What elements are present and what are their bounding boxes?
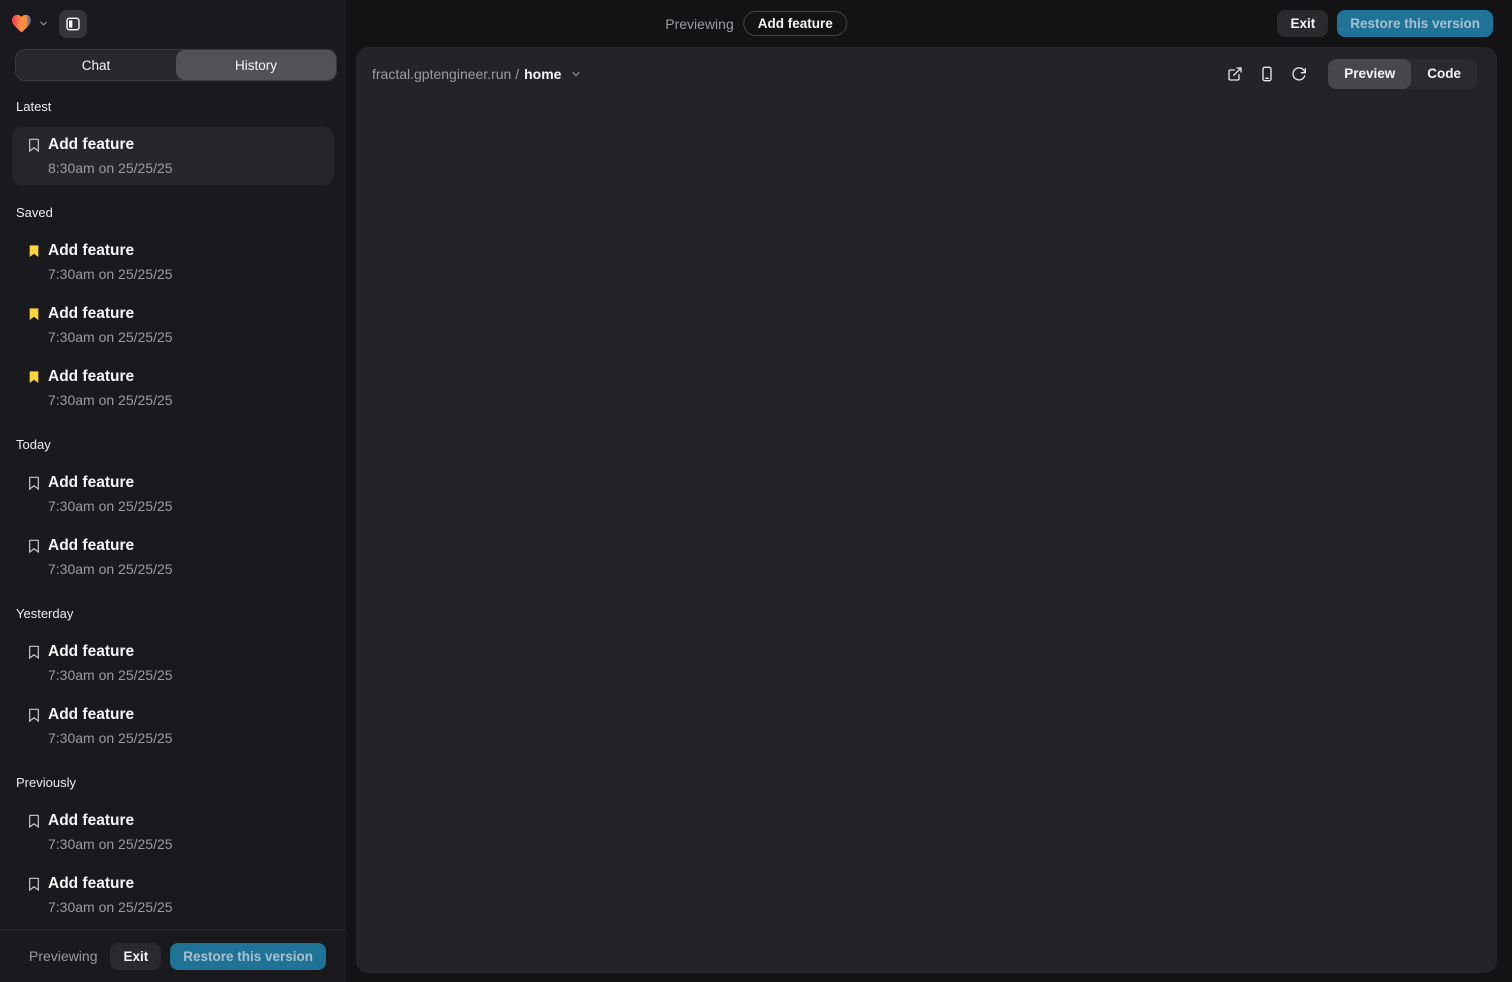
history-item[interactable]: Add feature 7:30am on 25/25/25 bbox=[12, 866, 334, 924]
history-item-time: 7:30am on 25/25/25 bbox=[48, 729, 320, 748]
topbar-center: Previewing Add feature bbox=[665, 0, 847, 47]
history-item[interactable]: Add feature 8:30am on 25/25/25 bbox=[12, 127, 334, 185]
sidebar: Chat History Latest Add feature 8:30am o… bbox=[0, 0, 346, 982]
history-item-time: 7:30am on 25/25/25 bbox=[48, 560, 320, 579]
device-preview-button[interactable] bbox=[1254, 61, 1280, 87]
history-item-title: Add feature bbox=[48, 472, 320, 494]
history-item-title: Add feature bbox=[48, 641, 320, 663]
chevron-down-icon bbox=[38, 18, 49, 29]
sidebar-toggle-button[interactable] bbox=[59, 10, 87, 38]
bookmark-filled-icon bbox=[26, 243, 42, 259]
tab-chat[interactable]: Chat bbox=[16, 50, 176, 80]
chevron-down-icon bbox=[570, 68, 582, 80]
history-item[interactable]: Add feature 7:30am on 25/25/25 bbox=[12, 296, 334, 354]
external-link-icon bbox=[1227, 66, 1243, 82]
section-title: Previously bbox=[16, 775, 330, 790]
chat-history-tabs: Chat History bbox=[15, 49, 337, 81]
history-item[interactable]: Add feature 7:30am on 25/25/25 bbox=[12, 528, 334, 586]
previewing-label: Previewing bbox=[29, 948, 97, 964]
bookmark-icon bbox=[26, 137, 42, 153]
restore-version-button[interactable]: Restore this version bbox=[1337, 10, 1493, 37]
bookmark-icon bbox=[26, 876, 42, 892]
history-item[interactable]: Add feature 7:30am on 25/25/25 bbox=[12, 634, 334, 692]
bookmark-icon bbox=[26, 813, 42, 829]
history-item-time: 7:30am on 25/25/25 bbox=[48, 835, 320, 854]
panel-left-icon bbox=[65, 16, 81, 32]
history-item-title: Add feature bbox=[48, 134, 320, 156]
history-item[interactable]: Add feature 7:30am on 25/25/25 bbox=[12, 359, 334, 417]
preview-panel: fractal.gptengineer.run / home bbox=[356, 47, 1497, 973]
history-section-previously: Previously Add feature 7:30am on 25/25/2… bbox=[0, 775, 346, 924]
history-item[interactable]: Add feature 7:30am on 25/25/25 bbox=[12, 803, 334, 861]
history-item-time: 7:30am on 25/25/25 bbox=[48, 328, 320, 347]
history-item-time: 7:30am on 25/25/25 bbox=[48, 497, 320, 516]
refresh-icon bbox=[1291, 66, 1307, 82]
section-title: Today bbox=[16, 437, 330, 452]
history-item-title: Add feature bbox=[48, 366, 320, 388]
app-logo-menu[interactable] bbox=[10, 12, 49, 35]
section-title: Saved bbox=[16, 205, 330, 220]
heart-logo-icon bbox=[10, 12, 33, 35]
history-item-time: 7:30am on 25/25/25 bbox=[48, 265, 320, 284]
exit-button[interactable]: Exit bbox=[1277, 10, 1328, 37]
topbar-left bbox=[10, 0, 87, 47]
url-page: home bbox=[524, 66, 561, 82]
refresh-button[interactable] bbox=[1286, 61, 1312, 87]
bookmark-icon bbox=[26, 475, 42, 491]
open-in-new-tab-button[interactable] bbox=[1222, 61, 1248, 87]
history-section-saved: Saved Add feature 7:30am on 25/25/25 Add… bbox=[0, 205, 346, 417]
history-item-title: Add feature bbox=[48, 810, 320, 832]
history-item-title: Add feature bbox=[48, 240, 320, 262]
history-item-time: 7:30am on 25/25/25 bbox=[48, 898, 320, 917]
history-item-title: Add feature bbox=[48, 873, 320, 895]
bookmark-filled-icon bbox=[26, 306, 42, 322]
history-item[interactable]: Add feature 7:30am on 25/25/25 bbox=[12, 697, 334, 755]
smartphone-icon bbox=[1259, 66, 1275, 82]
history-section-yesterday: Yesterday Add feature 7:30am on 25/25/25… bbox=[0, 606, 346, 755]
bookmark-filled-icon bbox=[26, 369, 42, 385]
preview-header-actions: Preview Code bbox=[1222, 59, 1477, 89]
history-item-title: Add feature bbox=[48, 535, 320, 557]
preview-header: fractal.gptengineer.run / home bbox=[356, 47, 1497, 89]
previewing-label: Previewing bbox=[665, 16, 733, 32]
version-pill[interactable]: Add feature bbox=[744, 11, 847, 36]
exit-button[interactable]: Exit bbox=[110, 943, 161, 970]
sidebar-footer: Previewing Exit Restore this version bbox=[0, 929, 346, 982]
tab-code[interactable]: Code bbox=[1411, 59, 1477, 89]
history-item-time: 7:30am on 25/25/25 bbox=[48, 666, 320, 685]
bookmark-icon bbox=[26, 644, 42, 660]
history-section-latest: Latest Add feature 8:30am on 25/25/25 bbox=[0, 99, 346, 185]
section-title: Yesterday bbox=[16, 606, 330, 621]
history-item-time: 8:30am on 25/25/25 bbox=[48, 159, 320, 178]
section-title: Latest bbox=[16, 99, 330, 114]
tab-preview[interactable]: Preview bbox=[1328, 59, 1411, 89]
history-list: Latest Add feature 8:30am on 25/25/25 Sa… bbox=[0, 81, 346, 929]
bookmark-icon bbox=[26, 538, 42, 554]
url-breadcrumb[interactable]: fractal.gptengineer.run / home bbox=[372, 66, 582, 82]
history-section-today: Today Add feature 7:30am on 25/25/25 Add… bbox=[0, 437, 346, 586]
tab-history[interactable]: History bbox=[176, 50, 336, 80]
history-item[interactable]: Add feature 7:30am on 25/25/25 bbox=[12, 465, 334, 523]
preview-code-toggle: Preview Code bbox=[1328, 59, 1477, 89]
topbar-right: Exit Restore this version bbox=[1277, 0, 1493, 47]
history-item-time: 7:30am on 25/25/25 bbox=[48, 391, 320, 410]
topbar: Previewing Add feature Exit Restore this… bbox=[0, 0, 1512, 47]
bookmark-icon bbox=[26, 707, 42, 723]
history-item-title: Add feature bbox=[48, 704, 320, 726]
history-item[interactable]: Add feature 7:30am on 25/25/25 bbox=[12, 233, 334, 291]
url-prefix: fractal.gptengineer.run / bbox=[372, 66, 519, 82]
preview-content bbox=[356, 89, 1497, 973]
history-item-title: Add feature bbox=[48, 303, 320, 325]
restore-version-button[interactable]: Restore this version bbox=[170, 943, 326, 970]
